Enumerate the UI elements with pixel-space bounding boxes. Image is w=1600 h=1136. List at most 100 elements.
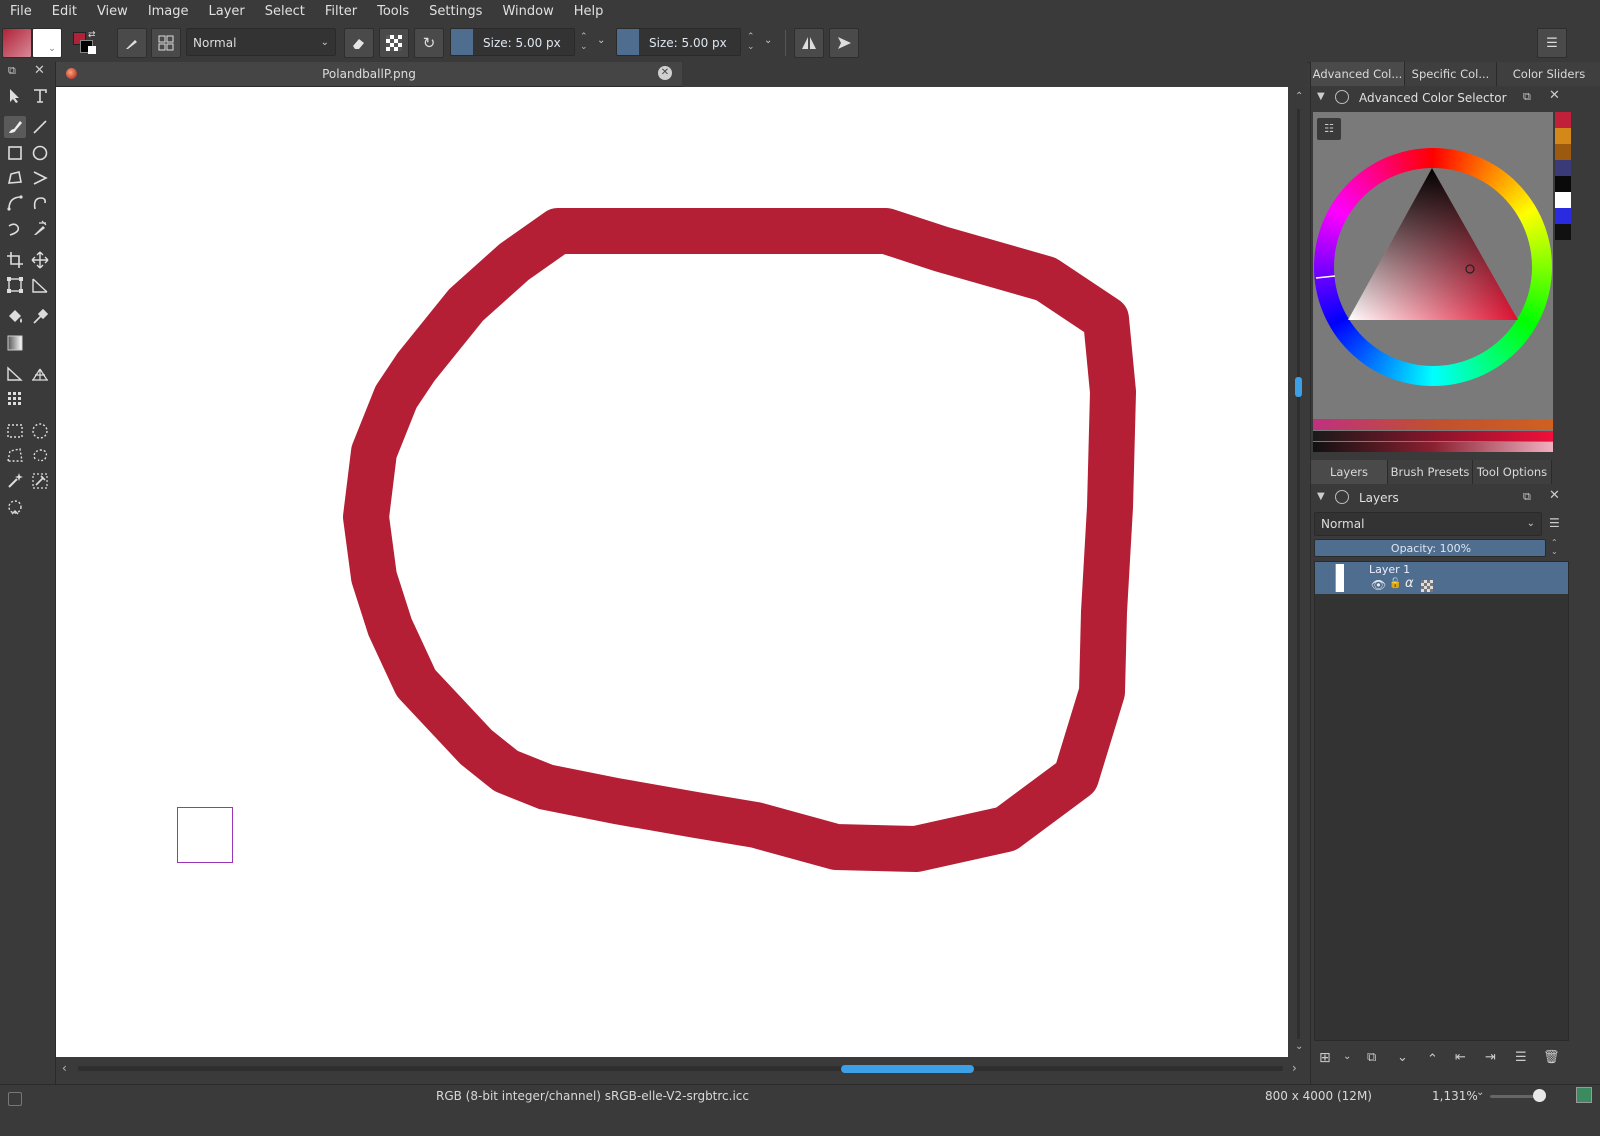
lock-docker-icon[interactable] bbox=[1335, 90, 1349, 104]
multibrush-tool[interactable] bbox=[29, 218, 51, 240]
menu-settings[interactable]: Settings bbox=[419, 0, 492, 24]
transform-tool[interactable] bbox=[4, 274, 26, 296]
canvas-only-toggle-icon[interactable] bbox=[1576, 1087, 1592, 1103]
horizontal-scrollbar[interactable]: ‹ › bbox=[56, 1058, 1309, 1080]
menu-view[interactable]: View bbox=[87, 0, 138, 24]
color-swatch[interactable] bbox=[1555, 112, 1571, 128]
scroll-thumb[interactable] bbox=[841, 1065, 974, 1073]
collapse-arrow-icon[interactable]: ▼ bbox=[1317, 491, 1325, 502]
vertical-scrollbar[interactable]: ⌃ ⌄ bbox=[1289, 87, 1309, 1057]
eye-icon[interactable]: 👁 bbox=[1371, 578, 1386, 592]
brush-size-slider-2[interactable]: Size: 5.00 px bbox=[616, 28, 741, 56]
size-spin-arrows[interactable]: ⌃ ⌄ bbox=[580, 32, 588, 52]
fg-bg-color-selector[interactable]: ⇄ bbox=[70, 28, 100, 58]
move-into-group-icon[interactable]: ⇤ bbox=[1455, 1050, 1466, 1065]
color-swatch[interactable] bbox=[1555, 128, 1571, 144]
close-icon[interactable]: ✕ bbox=[658, 66, 672, 80]
layer-properties-icon[interactable]: ☰ bbox=[1515, 1050, 1527, 1065]
move-layer-down-icon[interactable]: ⌄ bbox=[1397, 1050, 1408, 1065]
mirror-horizontal-button[interactable] bbox=[794, 28, 824, 58]
polygonal-selection-tool[interactable] bbox=[4, 445, 26, 467]
freehand-brush-tool[interactable] bbox=[4, 116, 26, 138]
brush-size-slider-1[interactable]: Size: 5.00 px bbox=[450, 28, 575, 56]
zoom-slider-handle[interactable] bbox=[1533, 1089, 1546, 1102]
lock-icon[interactable]: 🔓 bbox=[1389, 578, 1401, 589]
document-tab[interactable]: PolandballP.png ✕ bbox=[56, 62, 682, 87]
hue-history-strip[interactable] bbox=[1313, 419, 1553, 430]
freehand-selection-tool[interactable] bbox=[29, 445, 51, 467]
shade-strip-1[interactable] bbox=[1313, 431, 1553, 441]
layer-blend-mode-select[interactable]: Normal ⌄ bbox=[1314, 512, 1542, 536]
brush-editor-button[interactable] bbox=[151, 28, 181, 58]
blend-mode-select[interactable]: Normal ⌄ bbox=[186, 28, 336, 56]
menu-help[interactable]: Help bbox=[564, 0, 614, 24]
ellipse-tool[interactable] bbox=[29, 142, 51, 164]
line-tool[interactable] bbox=[29, 116, 51, 138]
text-tool[interactable] bbox=[29, 85, 51, 107]
move-out-of-group-icon[interactable]: ⇥ bbox=[1485, 1050, 1496, 1065]
move-layer-up-icon[interactable]: ⌃ bbox=[1427, 1052, 1438, 1067]
color-swatch[interactable] bbox=[1555, 224, 1571, 240]
color-swatch[interactable] bbox=[1555, 160, 1571, 176]
contiguous-selection-tool[interactable] bbox=[4, 470, 26, 492]
chevron-right-icon[interactable]: › bbox=[1292, 1061, 1297, 1075]
assistant-tool[interactable] bbox=[4, 363, 26, 385]
perspective-grid-tool[interactable] bbox=[29, 363, 51, 385]
tab-advanced-color[interactable]: Advanced Col... bbox=[1311, 62, 1405, 86]
menu-image[interactable]: Image bbox=[138, 0, 199, 24]
scroll-thumb[interactable] bbox=[1295, 377, 1302, 397]
zoom-level[interactable]: 1,131% bbox=[1432, 1089, 1478, 1103]
gradient-preset-button[interactable] bbox=[2, 28, 32, 58]
crop-tool[interactable] bbox=[4, 249, 26, 271]
grid-tool[interactable] bbox=[4, 388, 26, 410]
add-layer-icon[interactable]: ⊞ bbox=[1319, 1050, 1331, 1066]
collapse-arrow-icon[interactable]: ▼ bbox=[1317, 91, 1325, 102]
freehand-path-tool[interactable] bbox=[29, 192, 51, 214]
duplicate-layer-icon[interactable]: ⧉ bbox=[1367, 1050, 1376, 1065]
dynamic-brush-tool[interactable] bbox=[4, 218, 26, 240]
move-tool[interactable] bbox=[29, 249, 51, 271]
layer-row[interactable]: Layer 1 👁 🔓 α bbox=[1315, 562, 1568, 594]
float-docker-icon[interactable]: ⧉ bbox=[8, 64, 16, 78]
menu-filter[interactable]: Filter bbox=[315, 0, 367, 24]
tab-brush-presets[interactable]: Brush Presets bbox=[1388, 460, 1473, 484]
menu-window[interactable]: Window bbox=[492, 0, 563, 24]
float-docker-icon[interactable]: ⧉ bbox=[1523, 490, 1531, 504]
pattern-preset-button[interactable]: ⌄ bbox=[32, 28, 62, 58]
select-shapes-tool[interactable] bbox=[4, 85, 26, 107]
tab-color-sliders[interactable]: Color Sliders bbox=[1497, 62, 1600, 86]
tab-specific-color[interactable]: Specific Col... bbox=[1405, 62, 1497, 86]
fill-tool[interactable] bbox=[4, 306, 26, 328]
menu-edit[interactable]: Edit bbox=[42, 0, 87, 24]
chevron-down-icon[interactable]: ⌄ bbox=[597, 35, 605, 46]
polygon-tool[interactable] bbox=[4, 167, 26, 189]
color-swatch[interactable] bbox=[1555, 144, 1571, 160]
chevron-up-icon[interactable]: ⌃ bbox=[1295, 91, 1303, 102]
close-icon[interactable]: ✕ bbox=[1549, 488, 1560, 503]
chevron-down-icon[interactable]: ⌄ bbox=[1476, 1087, 1484, 1098]
color-swatch[interactable] bbox=[1555, 176, 1571, 192]
lock-docker-icon[interactable] bbox=[1335, 490, 1349, 504]
default-colors-icon[interactable] bbox=[88, 46, 96, 54]
gradient-tool[interactable] bbox=[4, 332, 26, 354]
rectangular-selection-tool[interactable] bbox=[4, 420, 26, 442]
bezier-curve-tool[interactable] bbox=[4, 192, 26, 214]
color-selector-area[interactable]: ☷ bbox=[1313, 112, 1553, 452]
menu-file[interactable]: File bbox=[0, 0, 42, 24]
elliptical-selection-tool[interactable] bbox=[29, 420, 51, 442]
close-icon[interactable]: ✕ bbox=[34, 63, 45, 78]
drawing-canvas[interactable] bbox=[56, 87, 1288, 1057]
opacity-slider[interactable]: Opacity: 100% bbox=[1314, 539, 1546, 557]
polyline-tool[interactable] bbox=[29, 167, 51, 189]
chevron-left-icon[interactable]: ‹ bbox=[62, 1061, 67, 1075]
chevron-down-icon[interactable]: ⌄ bbox=[1295, 1041, 1303, 1052]
alpha-lock-icon[interactable]: α bbox=[1405, 576, 1414, 591]
tab-tool-options[interactable]: Tool Options bbox=[1473, 460, 1552, 484]
docker-menu-button[interactable]: ☰ bbox=[1537, 28, 1567, 58]
color-swatch[interactable] bbox=[1555, 192, 1571, 208]
menu-tools[interactable]: Tools bbox=[367, 0, 419, 24]
delete-layer-icon[interactable]: 🗑 bbox=[1543, 1050, 1560, 1065]
swap-colors-icon[interactable]: ⇄ bbox=[88, 30, 96, 40]
mirror-vertical-button[interactable] bbox=[829, 28, 859, 58]
opacity-spin-arrows[interactable]: ⌃ ⌄ bbox=[1551, 538, 1558, 556]
